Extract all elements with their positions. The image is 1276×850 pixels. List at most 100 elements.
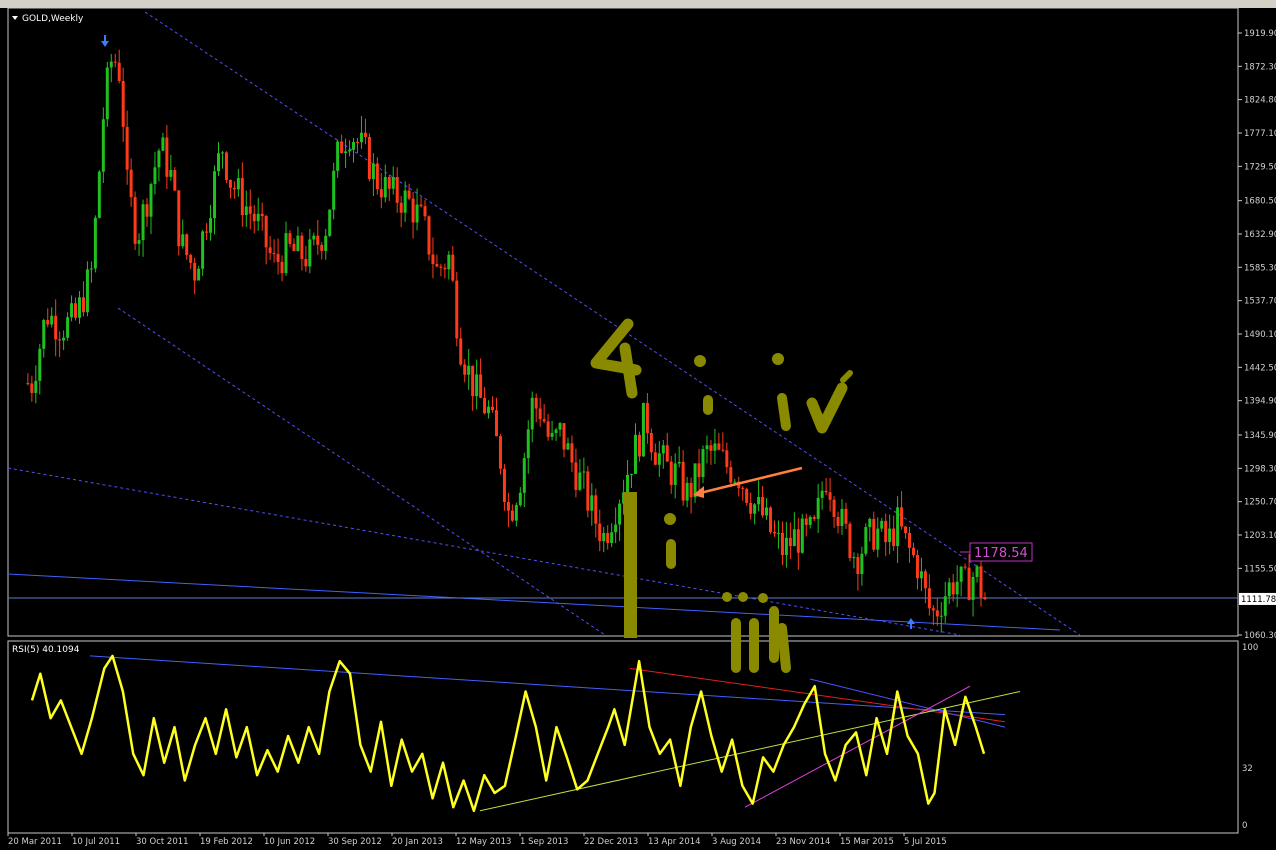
candle-body bbox=[888, 528, 892, 543]
candle-body bbox=[348, 149, 352, 152]
candle-body bbox=[46, 320, 50, 325]
candle-body bbox=[705, 445, 709, 450]
candle-body bbox=[284, 233, 288, 274]
candle-body bbox=[308, 239, 312, 267]
candle-body bbox=[268, 247, 272, 254]
candle-body bbox=[856, 557, 860, 575]
chart-window: GOLD,Weekly 1919.90 1872.30 1824.80 1777.10 1… bbox=[0, 7, 1276, 847]
candle-body bbox=[355, 142, 359, 144]
candle-body bbox=[538, 408, 542, 420]
candle-body bbox=[753, 504, 757, 514]
candle-body bbox=[562, 423, 566, 450]
candle-body bbox=[316, 235, 320, 245]
candle-body bbox=[193, 262, 197, 281]
candle-body bbox=[852, 557, 856, 559]
candle-body bbox=[983, 597, 987, 600]
candle-body bbox=[900, 507, 904, 527]
candle-body bbox=[54, 315, 58, 340]
down-arrow-marker bbox=[101, 35, 109, 47]
candle-body bbox=[101, 119, 105, 172]
candle-body bbox=[800, 518, 804, 553]
candle-body bbox=[915, 554, 919, 579]
candle-body bbox=[614, 524, 618, 533]
rsi-trendline bbox=[89, 655, 1006, 716]
candle-body bbox=[344, 151, 348, 154]
candle-body bbox=[395, 177, 399, 203]
candle-body bbox=[260, 213, 264, 217]
candle-body bbox=[943, 596, 947, 616]
current-price-value: 1111.78 bbox=[1241, 595, 1276, 605]
candle-body bbox=[189, 254, 193, 263]
price-tick-label: 1203.10 bbox=[1244, 531, 1276, 541]
candle-body bbox=[145, 204, 149, 217]
candle-body bbox=[947, 582, 951, 597]
candle-body bbox=[892, 528, 896, 547]
candle-body bbox=[840, 508, 844, 526]
candle-body bbox=[534, 397, 538, 409]
candle-body bbox=[880, 520, 884, 529]
candle-body bbox=[300, 235, 304, 259]
candle-body bbox=[606, 533, 610, 543]
rsi-label: RSI(5) 40.1094 bbox=[12, 645, 80, 655]
candle-body bbox=[510, 510, 514, 521]
candle-body bbox=[896, 507, 900, 547]
time-tick-label: 20 Mar 2011 bbox=[8, 837, 62, 846]
candle-body bbox=[181, 234, 185, 247]
candle-body bbox=[721, 449, 725, 451]
candle-body bbox=[828, 492, 832, 500]
candle-body bbox=[713, 443, 717, 451]
time-tick-label: 22 Dec 2013 bbox=[584, 837, 638, 846]
price-tick-label: 1824.80 bbox=[1244, 96, 1276, 106]
price-tick-label: 1298.30 bbox=[1244, 464, 1276, 474]
candle-body bbox=[733, 481, 737, 483]
support-solid-trendline bbox=[7, 573, 1061, 631]
candle-body bbox=[792, 529, 796, 547]
handwriting-dot bbox=[722, 592, 732, 602]
candle-body bbox=[276, 253, 280, 262]
candle-body bbox=[959, 566, 963, 582]
candle-body bbox=[709, 445, 713, 451]
candle-body bbox=[332, 170, 336, 210]
price-tick-label: 1680.50 bbox=[1244, 197, 1276, 207]
candle-body bbox=[598, 523, 602, 542]
candle-body bbox=[415, 204, 419, 223]
price-tick-label: 1345.90 bbox=[1244, 431, 1276, 441]
price-tick-label: 1060.30 bbox=[1244, 631, 1276, 641]
candle-body bbox=[367, 136, 371, 180]
candle-body bbox=[641, 402, 645, 457]
candle-body bbox=[542, 419, 546, 422]
candle-body bbox=[816, 497, 820, 519]
candle-body bbox=[729, 467, 733, 483]
candle-body bbox=[93, 217, 97, 269]
candle-body bbox=[419, 204, 423, 207]
candle-body bbox=[526, 429, 530, 459]
candle-body bbox=[391, 177, 395, 189]
candle-body bbox=[463, 364, 467, 375]
rsi-trendline bbox=[744, 685, 971, 808]
candle-body bbox=[443, 267, 447, 270]
candle-body bbox=[487, 406, 491, 414]
candle-body bbox=[594, 495, 598, 524]
candle-body bbox=[137, 240, 141, 244]
handwriting-dot bbox=[738, 592, 748, 602]
candle-body bbox=[375, 163, 379, 190]
candle-body bbox=[550, 432, 554, 437]
candle-body bbox=[848, 523, 852, 559]
candle-body bbox=[745, 488, 749, 503]
candle-body bbox=[951, 582, 955, 595]
candle-body bbox=[201, 231, 205, 269]
candle-body bbox=[566, 443, 570, 450]
time-tick-label: 23 Nov 2014 bbox=[776, 837, 830, 846]
candle-body bbox=[66, 317, 70, 338]
candle-body bbox=[328, 209, 332, 236]
candle-body bbox=[34, 380, 38, 393]
candle-body bbox=[228, 179, 232, 188]
handwriting-stroke bbox=[731, 606, 791, 673]
chart-title: GOLD,Weekly bbox=[22, 14, 84, 24]
candle-body bbox=[26, 383, 30, 385]
support-dashed-trendline bbox=[7, 467, 961, 636]
candle-body bbox=[224, 152, 228, 180]
candle-body bbox=[121, 81, 125, 127]
candle-body bbox=[109, 61, 113, 68]
candle-body bbox=[264, 216, 268, 248]
